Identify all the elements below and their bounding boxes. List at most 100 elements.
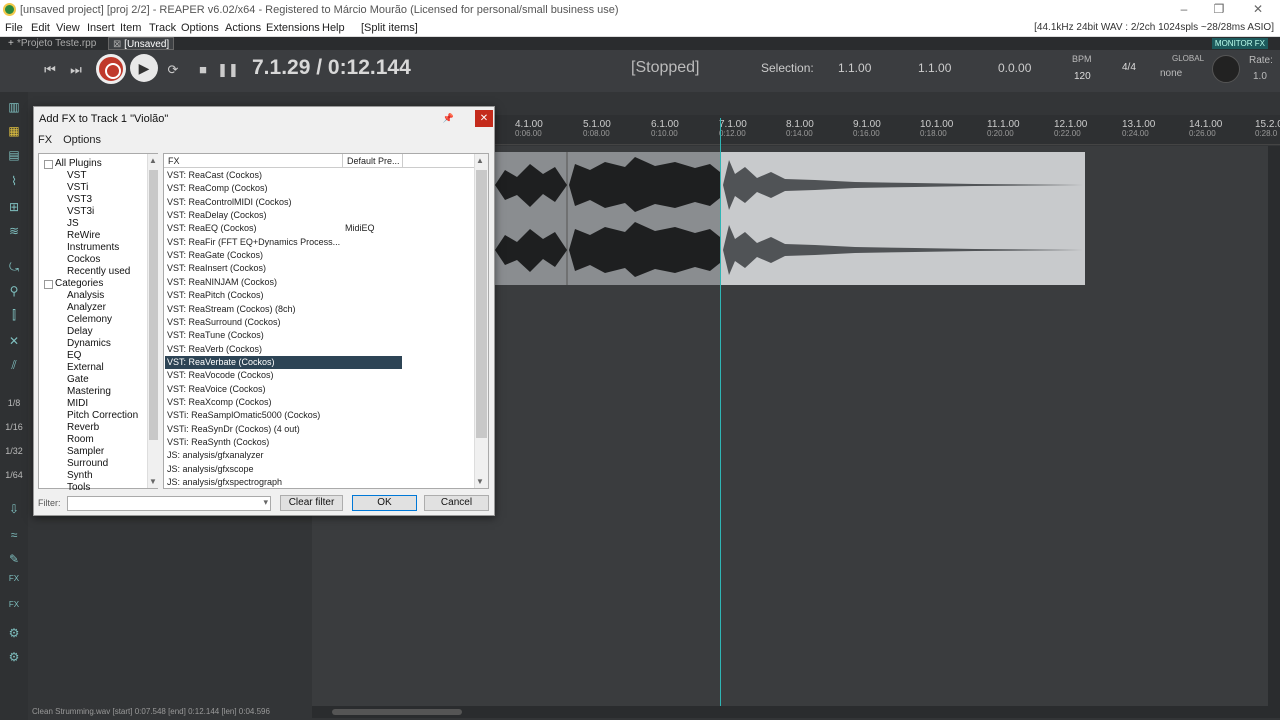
tree-node[interactable]: All Plugins — [44, 158, 102, 169]
fx-button-1[interactable]: FX — [2, 574, 26, 583]
split-icon[interactable]: ⫿ — [5, 308, 23, 322]
menu-extensions[interactable]: Extensions — [266, 22, 320, 34]
tree-node[interactable]: Analyzer — [67, 302, 106, 313]
menu-help[interactable]: Help — [322, 22, 345, 34]
tree-scrollbar[interactable]: ▲ ▼ — [147, 154, 158, 488]
scroll-down-icon[interactable]: ▼ — [149, 477, 157, 486]
fx-list-row[interactable]: VST: ReaControlMIDI (Cockos) — [165, 196, 402, 209]
tree-node[interactable]: Room — [67, 434, 94, 445]
fx-list-row[interactable]: VST: ReaTune (Cockos) — [165, 329, 402, 342]
fx-list-row[interactable]: VST: ReaNINJAM (Cockos) — [165, 276, 402, 289]
scroll-thumb[interactable] — [332, 709, 462, 715]
tree-node[interactable]: ReWire — [67, 230, 100, 241]
fx-list-scrollbar[interactable]: ▲ ▼ — [474, 154, 488, 488]
fx-list-row[interactable]: VST: ReaInsert (Cockos) — [165, 262, 402, 275]
fx-list-row[interactable]: VST: ReaPitch (Cockos) — [165, 289, 402, 302]
snap-icon[interactable]: ⤿ — [5, 260, 23, 274]
tree-node[interactable]: Celemony — [67, 314, 112, 325]
close-window-icon[interactable]: ✕ — [1250, 2, 1266, 16]
tree-node[interactable]: Synth — [67, 470, 93, 481]
tree-node[interactable]: Delay — [67, 326, 93, 337]
tree-node[interactable]: Tools — [67, 482, 90, 493]
crossfade-icon[interactable]: ✕ — [5, 334, 23, 348]
fx-list-row[interactable]: VST: ReaStream (Cockos) (8ch) — [165, 303, 402, 316]
scroll-up-icon[interactable]: ▲ — [149, 156, 157, 165]
scroll-up-icon[interactable]: ▲ — [476, 156, 484, 165]
go-to-start-icon[interactable]: ⏮ — [39, 59, 61, 81]
column-default-preset[interactable]: Default Pre... — [347, 156, 400, 166]
fx-list-row[interactable]: VST: ReaXcomp (Cockos) — [165, 396, 402, 409]
fx-list-row[interactable]: JS: analysis/gfxscope — [165, 463, 402, 476]
selection-start[interactable]: 1.1.00 — [838, 61, 871, 75]
tree-node[interactable]: VSTi — [67, 182, 88, 193]
fx-list-row[interactable]: VST: ReaVocode (Cockos) — [165, 369, 402, 382]
track-icon[interactable]: ▤ — [5, 148, 23, 162]
tree-node[interactable]: MIDI — [67, 398, 88, 409]
menu-actions[interactable]: Actions — [225, 22, 261, 34]
fx-list-row[interactable]: VST: ReaComp (Cockos) — [165, 182, 402, 195]
vertical-scrollbar[interactable] — [1268, 146, 1280, 706]
menu-view[interactable]: View — [56, 22, 80, 34]
fx-list-row[interactable]: VST: ReaCast (Cockos) — [165, 169, 402, 182]
grid-1-64[interactable]: 1/64 — [2, 470, 26, 480]
menu-split-items[interactable]: [Split items] — [361, 22, 418, 34]
tree-node[interactable]: Surround — [67, 458, 108, 469]
pencil-icon[interactable]: ✎ — [5, 552, 23, 566]
audio-device-status[interactable]: [44.1kHz 24bit WAV : 2/2ch 1024spls ~28/… — [1034, 22, 1274, 33]
fx-list-row[interactable]: VSTi: ReaSynth (Cockos) — [165, 436, 402, 449]
play-button[interactable]: ▶ — [130, 54, 158, 82]
tab-unsaved[interactable]: ⊠ [Unsaved] — [108, 37, 175, 50]
playhead-cursor[interactable] — [720, 118, 721, 708]
selection-end[interactable]: 1.1.00 — [918, 61, 951, 75]
automation-icon[interactable]: ≈ — [5, 528, 23, 542]
tree-node[interactable]: Reverb — [67, 422, 99, 433]
fx-list-row[interactable]: VST: ReaGate (Cockos) — [165, 249, 402, 262]
fx-list[interactable]: FX Default Pre... ▲ ▼ VST: ReaCast (Cock… — [163, 153, 489, 489]
scroll-thumb[interactable] — [476, 170, 487, 438]
lock-icon[interactable]: ⚲ — [5, 284, 23, 298]
close-tab-icon[interactable]: ⊠ — [113, 39, 121, 50]
fx-list-row[interactable]: VST: ReaFir (FFT EQ+Dynamics Process... — [165, 236, 402, 249]
ripple-icon[interactable]: ≋ — [5, 224, 23, 238]
envelope-icon[interactable]: ⌇ — [5, 174, 23, 188]
tree-node[interactable]: Cockos — [67, 254, 100, 265]
clear-filter-button[interactable]: Clear filter — [280, 495, 343, 511]
plugin-category-tree[interactable]: All Plugins VST VSTi VST3 VST3i JS ReWire Instr… — [38, 153, 158, 493]
stretch-icon[interactable]: ⫽ — [5, 358, 23, 372]
column-fx[interactable]: FX — [168, 156, 180, 166]
tree-node[interactable]: EQ — [67, 350, 81, 361]
dialog-menu-options[interactable]: Options — [63, 134, 101, 146]
record-button[interactable] — [96, 54, 126, 84]
fx-list-row[interactable]: VSTi: ReaSamplOmatic5000 (Cockos) — [165, 409, 402, 422]
tree-node[interactable]: VST — [67, 170, 86, 181]
minimize-icon[interactable]: – — [1176, 2, 1192, 16]
menu-insert[interactable]: Insert — [87, 22, 115, 34]
fx-list-row[interactable]: JS: analysis/gfxspectrograph — [165, 476, 402, 489]
time-signature[interactable]: 4/4 — [1122, 62, 1136, 73]
tree-node[interactable]: VST3 — [67, 194, 92, 205]
menu-edit[interactable]: Edit — [31, 22, 50, 34]
tree-node[interactable]: Dynamics — [67, 338, 111, 349]
mixer-icon[interactable]: ▥ — [5, 100, 23, 114]
grid-icon[interactable]: ⊞ — [5, 200, 23, 214]
timeline-ruler[interactable]: 4.1.00 0:06.00 5.1.00 0:08.00 6.1.00 0:10.0… — [495, 115, 1280, 145]
tree-node[interactable]: Instruments — [67, 242, 119, 253]
grid-1-16[interactable]: 1/16 — [2, 422, 26, 432]
menu-track[interactable]: Track — [149, 22, 176, 34]
grid-1-32[interactable]: 1/32 — [2, 446, 26, 456]
fx-list-row[interactable]: VST: ReaVerb (Cockos) — [165, 343, 402, 356]
pin-icon[interactable]: 📌 — [443, 113, 454, 124]
fx-button-2[interactable]: FX — [2, 600, 26, 609]
tree-node[interactable]: Gate — [67, 374, 89, 385]
filter-dropdown-icon[interactable]: ▾ — [263, 497, 268, 508]
ok-button[interactable]: OK — [352, 495, 417, 511]
color-icon[interactable]: ▦ — [5, 124, 23, 138]
stop-icon[interactable]: ■ — [192, 59, 214, 81]
repeat-icon[interactable]: ⟳ — [162, 59, 184, 81]
tree-node[interactable]: Analysis — [67, 290, 104, 301]
grid-1-8[interactable]: 1/8 — [2, 398, 26, 408]
bpm-value[interactable]: 120 — [1074, 71, 1091, 82]
fx-list-row[interactable]: VST: ReaDelay (Cockos) — [165, 209, 402, 222]
tree-node[interactable]: Sampler — [67, 446, 104, 457]
fx-list-row[interactable]: VST: ReaVerbate (Cockos) — [165, 355, 402, 369]
